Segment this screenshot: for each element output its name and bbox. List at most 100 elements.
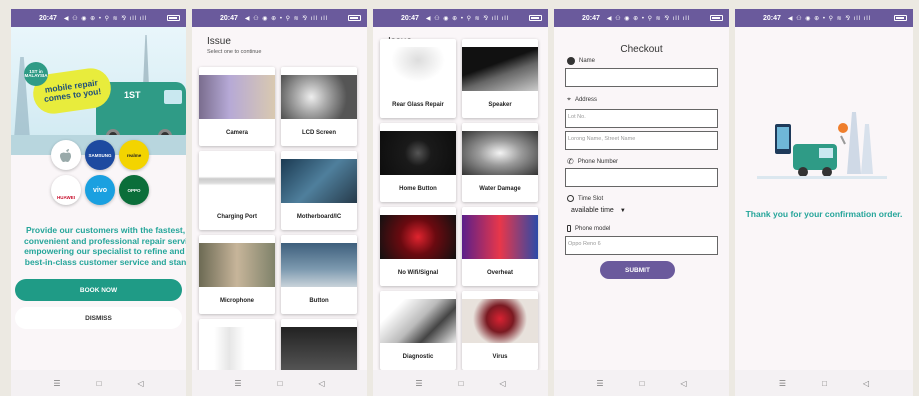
status-time: 20:47 — [220, 14, 238, 22]
name-label: Name — [579, 58, 596, 64]
battery-icon — [167, 15, 180, 21]
issue-card-label: Speaker — [488, 102, 512, 108]
home-icon[interactable]: □ — [640, 379, 645, 388]
back-icon[interactable]: ◁ — [863, 379, 869, 388]
camera-image — [199, 75, 275, 119]
recents-icon[interactable]: ☰ — [779, 379, 786, 388]
home-icon[interactable]: □ — [459, 379, 464, 388]
recents-icon[interactable]: ☰ — [234, 379, 241, 388]
android-nav-bar: ☰ □ ◁ — [554, 370, 729, 396]
dropdown-arrow-icon: ▼ — [619, 207, 626, 214]
van-brand: 1ST — [124, 90, 141, 100]
lot-input[interactable]: Lot No. — [565, 109, 718, 128]
timeslot-label-row: Time Slot — [567, 195, 603, 202]
screen-confirmation: 20:47 ◀ ⚇ ◉ ⊕ • ⚲ ≋ ⅋ ıll ıll Thank you … — [735, 9, 913, 396]
timeslot-value: available time — [571, 207, 614, 214]
van-window — [164, 90, 182, 104]
book-now-button[interactable]: BOOK NOW — [15, 279, 182, 301]
issue-card-label: Charging Port — [217, 214, 257, 220]
overheat-image — [462, 215, 538, 259]
issue-card-camera[interactable]: Camera — [199, 67, 275, 146]
street-input[interactable]: Lorong Name, Street Name — [565, 131, 718, 150]
promo-badge: 1ST in MALAYSIA — [24, 62, 48, 86]
huawei-label: HUAWEI — [57, 194, 75, 200]
issue-card-overheat[interactable]: Overheat — [462, 207, 538, 286]
android-nav-bar: ☰ □ ◁ — [192, 370, 367, 396]
address-label-row: ⌖ Address — [567, 96, 597, 104]
issue-card-label: Diagnostic — [402, 354, 434, 360]
home-icon[interactable]: □ — [278, 379, 283, 388]
back-icon[interactable]: ◁ — [680, 379, 686, 388]
issue-card-diagnostic[interactable]: Diagnostic — [380, 291, 456, 370]
realme-logo[interactable]: realme — [119, 140, 149, 170]
timeslot-dropdown[interactable]: available time ▼ — [571, 207, 626, 214]
submit-button[interactable]: SUBMIT — [600, 261, 675, 279]
screen-checkout: 20:47 ◀ ⚇ ◉ ⊕ • ⚲ ≋ ⅋ ıll ıll Checkout N… — [554, 9, 729, 396]
status-time: 20:47 — [401, 14, 419, 22]
status-bar: 20:47 ◀ ⚇ ◉ ⊕ • ⚲ ≋ ⅋ ıll ıll — [373, 9, 548, 27]
issue-card-home-button[interactable]: Home Button — [380, 123, 456, 202]
back-icon[interactable]: ◁ — [318, 379, 324, 388]
diagnostic-image — [380, 299, 456, 343]
issue-card-speaker[interactable]: Speaker — [462, 39, 538, 118]
home-icon[interactable]: □ — [822, 379, 827, 388]
status-icons: ◀ ⚇ ◉ ⊕ • ⚲ ≋ ⅋ ıll ıll — [63, 15, 148, 22]
issue-card-label: Overheat — [486, 270, 513, 276]
issue-card-charging-port[interactable]: Charging Port — [199, 151, 275, 230]
confirmation-message: Thank you for your confirmation order. — [745, 209, 903, 219]
issue-card-no-wifi[interactable]: No Wifi/Signal — [380, 207, 456, 286]
recents-icon[interactable]: ☰ — [53, 379, 60, 388]
huawei-logo[interactable]: HUAWEI — [51, 175, 81, 205]
button-image — [281, 243, 357, 287]
phone-input[interactable] — [565, 168, 718, 187]
issue-card-label: Button — [309, 298, 329, 304]
motherboard-image — [281, 159, 357, 203]
promo-line: Provide our customers with the fastest, … — [25, 225, 186, 235]
issue-card-lcd-screen[interactable]: LCD Screen — [281, 67, 357, 146]
issue-card-button[interactable]: Button — [281, 235, 357, 314]
status-icons: ◀ ⚇ ◉ ⊕ • ⚲ ≋ ⅋ ıll ıll — [606, 15, 691, 22]
model-input[interactable]: Oppo Reno 6 — [565, 236, 718, 255]
android-nav-bar: ☰ □ ◁ — [11, 370, 186, 396]
lcd-screen-image — [281, 75, 357, 119]
samsung-logo[interactable]: SAMSUNG — [85, 140, 115, 170]
issue-card-virus[interactable]: Virus — [462, 291, 538, 370]
battery-icon — [348, 15, 361, 21]
charging-port-image — [199, 159, 275, 203]
no-wifi-image — [380, 215, 456, 259]
page-title: Checkout — [620, 44, 663, 55]
status-bar: 20:47 ◀ ⚇ ◉ ⊕ • ⚲ ≋ ⅋ ıll ıll — [735, 9, 913, 27]
status-icons: ◀ ⚇ ◉ ⊕ • ⚲ ≋ ⅋ ıll ıll — [787, 15, 872, 22]
oppo-logo[interactable]: OPPO — [119, 175, 149, 205]
battery-icon — [529, 15, 542, 21]
person-icon — [567, 57, 575, 65]
vivo-logo[interactable]: vivo — [85, 175, 115, 205]
recents-icon[interactable]: ☰ — [415, 379, 422, 388]
address-label: Address — [574, 97, 597, 103]
home-icon[interactable]: □ — [97, 379, 102, 388]
issue-card-motherboard[interactable]: Motherboard/IC — [281, 151, 357, 230]
name-label-row: Name — [567, 57, 595, 65]
back-icon[interactable]: ◁ — [499, 379, 505, 388]
issue-card-label: Motherboard/IC — [296, 214, 342, 220]
issue-card-water-damage[interactable]: Water Damage — [462, 123, 538, 202]
back-icon[interactable]: ◁ — [137, 379, 143, 388]
issue-card-rear-glass[interactable]: Rear Glass Repair — [380, 39, 456, 118]
issue-card-microphone[interactable]: Microphone — [199, 235, 275, 314]
virus-image — [462, 299, 538, 343]
name-input[interactable] — [565, 68, 718, 87]
issue-card-label: Rear Glass Repair — [392, 102, 444, 108]
issue-card-label: Water Damage — [479, 186, 521, 192]
phone-label-row: ✆ Phone Number — [567, 157, 618, 166]
issue-card-label: Microphone — [220, 298, 254, 304]
screen-promo: 20:47 ◀ ⚇ ◉ ⊕ • ⚲ ≋ ⅋ ıll ıll 1ST mobile… — [11, 9, 186, 396]
phone-icon: ✆ — [567, 157, 574, 166]
issue-card-label: No Wifi/Signal — [397, 270, 439, 276]
apple-logo-icon[interactable] — [51, 140, 81, 170]
promo-hero-image: 1ST mobile repair comes to you! 1ST in M… — [11, 27, 186, 155]
rear-glass-image — [380, 47, 456, 91]
dismiss-button[interactable]: DISMISS — [15, 307, 182, 329]
recents-icon[interactable]: ☰ — [596, 379, 603, 388]
timeslot-label: Time Slot — [578, 195, 604, 202]
smartphone-icon — [567, 225, 571, 232]
